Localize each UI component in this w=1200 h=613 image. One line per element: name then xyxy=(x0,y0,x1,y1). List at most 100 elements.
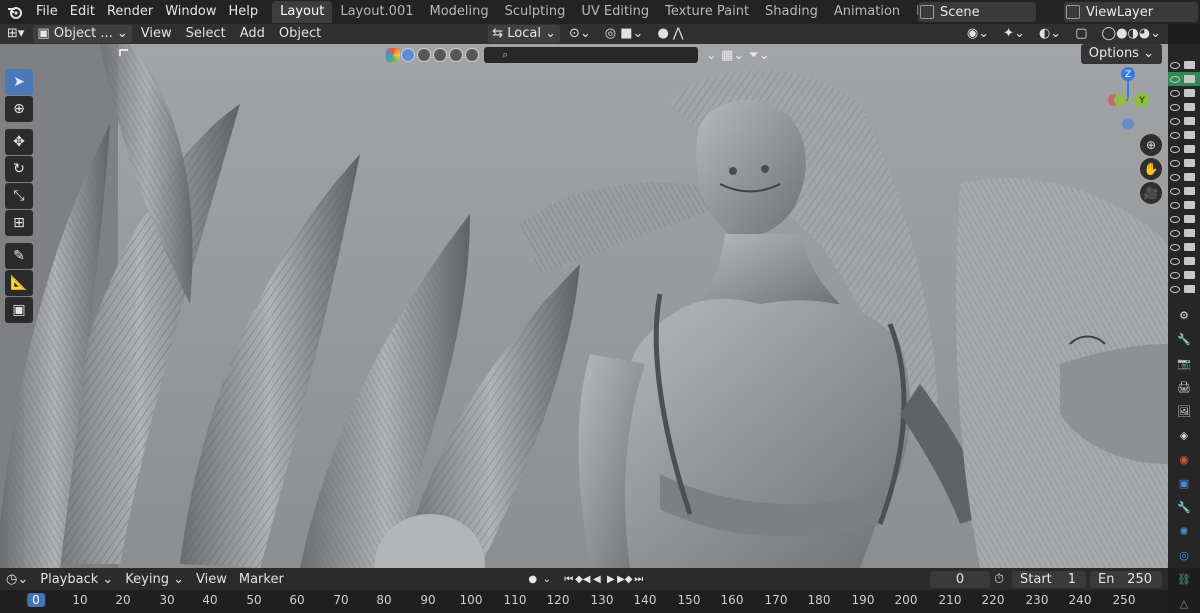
xray-icon[interactable]: ▢ xyxy=(1068,24,1094,44)
play-icon[interactable]: ▶ xyxy=(604,572,618,586)
material-shading-button[interactable] xyxy=(433,48,447,62)
menu-marker[interactable]: Marker xyxy=(233,572,290,587)
options-dropdown[interactable]: Options ⌄ xyxy=(1080,44,1162,64)
constraint-properties-icon[interactable]: ⛓ xyxy=(1173,568,1195,590)
outliner-row[interactable] xyxy=(1168,114,1200,128)
outliner-row[interactable] xyxy=(1168,254,1200,268)
tab-shading[interactable]: Shading xyxy=(757,1,826,23)
camera-icon[interactable] xyxy=(1184,257,1195,265)
proportional-edit-icon[interactable]: ● ⋀ xyxy=(650,24,690,44)
camera-icon[interactable] xyxy=(1184,243,1195,251)
render-properties-icon[interactable]: 📷 xyxy=(1173,352,1195,374)
camera-icon[interactable] xyxy=(1184,201,1195,209)
mode-dropdown[interactable]: ▣ Object ... ⌄ xyxy=(33,25,132,43)
menu-object[interactable]: Object xyxy=(272,24,328,44)
eye-icon[interactable] xyxy=(1170,201,1180,209)
view-layer-selector[interactable]: ViewLayer xyxy=(1064,2,1198,22)
outliner-row[interactable] xyxy=(1168,170,1200,184)
tab-modeling[interactable]: Modeling xyxy=(421,1,496,23)
shading-modes-icon[interactable]: ◯●◑◕⌄ xyxy=(1095,24,1168,44)
solid-shading-button[interactable] xyxy=(401,48,415,62)
camera-icon[interactable] xyxy=(1184,75,1195,83)
menu-keying[interactable]: Keying ⌄ xyxy=(119,572,190,587)
camera-icon[interactable] xyxy=(1184,131,1195,139)
eye-icon[interactable] xyxy=(1170,75,1180,83)
viewport-search-input[interactable]: ⌕ xyxy=(484,47,698,63)
record-icon[interactable]: ● xyxy=(526,572,540,586)
outliner-row[interactable] xyxy=(1168,282,1200,296)
clock-icon[interactable]: ⏱ xyxy=(994,572,1004,587)
add-cube-tool-icon[interactable]: ▣ xyxy=(5,297,33,323)
eye-icon[interactable] xyxy=(1170,173,1180,181)
eye-icon[interactable] xyxy=(1170,145,1180,153)
outliner-row[interactable] xyxy=(1168,268,1200,282)
camera-icon[interactable] xyxy=(1184,285,1195,293)
object-type-visibility-icon[interactable] xyxy=(386,48,400,62)
measure-tool-icon[interactable]: 📐 xyxy=(5,270,33,296)
prev-keyframe-icon[interactable]: ◆◀ xyxy=(575,572,590,586)
particles-properties-icon[interactable]: ✺ xyxy=(1173,520,1195,542)
pivot-icon[interactable]: ⊙⌄ xyxy=(562,24,598,44)
visibility-icon[interactable]: ◉⌄ xyxy=(960,24,996,44)
annotate-tool-icon[interactable]: ✎ xyxy=(5,243,33,269)
gizmo-toggle-icon[interactable]: ✦⌄ xyxy=(996,24,1032,44)
outliner-row[interactable] xyxy=(1168,226,1200,240)
jump-end-icon[interactable]: ⏭ xyxy=(632,572,646,586)
navigation-gizmo[interactable]: Z Y xyxy=(1100,66,1160,132)
camera-icon[interactable] xyxy=(1184,159,1195,167)
eye-icon[interactable] xyxy=(1170,117,1180,125)
timeline-editor-type-button[interactable]: ◷⌄ xyxy=(0,572,34,587)
eye-icon[interactable] xyxy=(1170,243,1180,251)
eye-icon[interactable] xyxy=(1170,229,1180,237)
menu-view[interactable]: View xyxy=(134,24,179,44)
camera-icon[interactable] xyxy=(1184,215,1195,223)
tab-layout-001[interactable]: Layout.001 xyxy=(332,1,421,23)
eye-icon[interactable] xyxy=(1170,89,1180,97)
rotate-tool-icon[interactable]: ↻ xyxy=(5,156,33,182)
3d-viewport[interactable]: ⌕ ⌄ ▦⌄ ⏷⌄ Options ⌄ ➤ ⊕ ✥ ↻ ⤡ ⊞ ✎ 📐 ▣ Z … xyxy=(0,44,1168,568)
camera-icon[interactable] xyxy=(1184,145,1195,153)
timeline-ruler[interactable]: 0 10 20 30 40 50 60 70 80 90 100 110 120… xyxy=(0,590,1168,613)
properties-editor-icon[interactable]: ⚙ xyxy=(1173,304,1195,326)
view-layer-properties-icon[interactable]: 🖼 xyxy=(1173,400,1195,422)
camera-icon[interactable] xyxy=(1184,187,1195,195)
menu-select[interactable]: Select xyxy=(179,24,233,44)
overlay-toggle-icon[interactable]: ◐⌄ xyxy=(1032,24,1068,44)
menu-file[interactable]: File xyxy=(30,0,64,24)
blender-logo-icon[interactable] xyxy=(6,3,24,21)
menu-add[interactable]: Add xyxy=(233,24,272,44)
next-keyframe-icon[interactable]: ▶◆ xyxy=(617,572,632,586)
current-frame-indicator[interactable]: 0 xyxy=(27,593,45,607)
eye-icon[interactable] xyxy=(1170,159,1180,167)
camera-icon[interactable] xyxy=(1184,103,1195,111)
camera-icon[interactable] xyxy=(1184,89,1195,97)
zoom-icon[interactable]: ⊕ xyxy=(1140,134,1162,156)
tab-animation[interactable]: Animation xyxy=(826,1,908,23)
editor-type-button[interactable]: ⊞▾ xyxy=(0,24,31,44)
outliner-row[interactable] xyxy=(1168,142,1200,156)
eye-icon[interactable] xyxy=(1170,257,1180,265)
menu-help[interactable]: Help xyxy=(223,0,265,24)
outliner-row-selected[interactable] xyxy=(1168,72,1200,86)
outliner-row[interactable] xyxy=(1168,86,1200,100)
current-frame-field[interactable]: 0 xyxy=(930,570,990,588)
eye-icon[interactable] xyxy=(1170,215,1180,223)
menu-render[interactable]: Render xyxy=(101,0,159,24)
auto-key-dropdown-icon[interactable]: ⌄ xyxy=(540,572,554,586)
pan-hand-icon[interactable]: ✋ xyxy=(1140,158,1162,180)
eye-icon[interactable] xyxy=(1170,131,1180,139)
menu-window[interactable]: Window xyxy=(159,0,222,24)
select-box-tool-icon[interactable]: ➤ xyxy=(5,69,33,95)
eye-icon[interactable] xyxy=(1170,103,1180,111)
menu-edit[interactable]: Edit xyxy=(64,0,101,24)
end-frame-field[interactable]: En 250 xyxy=(1090,570,1162,588)
outliner-row[interactable] xyxy=(1168,198,1200,212)
outliner-row[interactable] xyxy=(1168,212,1200,226)
camera-icon[interactable] xyxy=(1184,61,1195,69)
move-tool-icon[interactable]: ✥ xyxy=(5,129,33,155)
jump-start-icon[interactable]: ⏮ xyxy=(562,572,576,586)
outliner-row[interactable] xyxy=(1168,240,1200,254)
filter-options-icon[interactable]: ⌄ ▦⌄ ⏷⌄ xyxy=(706,48,770,63)
play-reverse-icon[interactable]: ◀ xyxy=(590,572,604,586)
tab-texture-paint[interactable]: Texture Paint xyxy=(657,1,757,23)
